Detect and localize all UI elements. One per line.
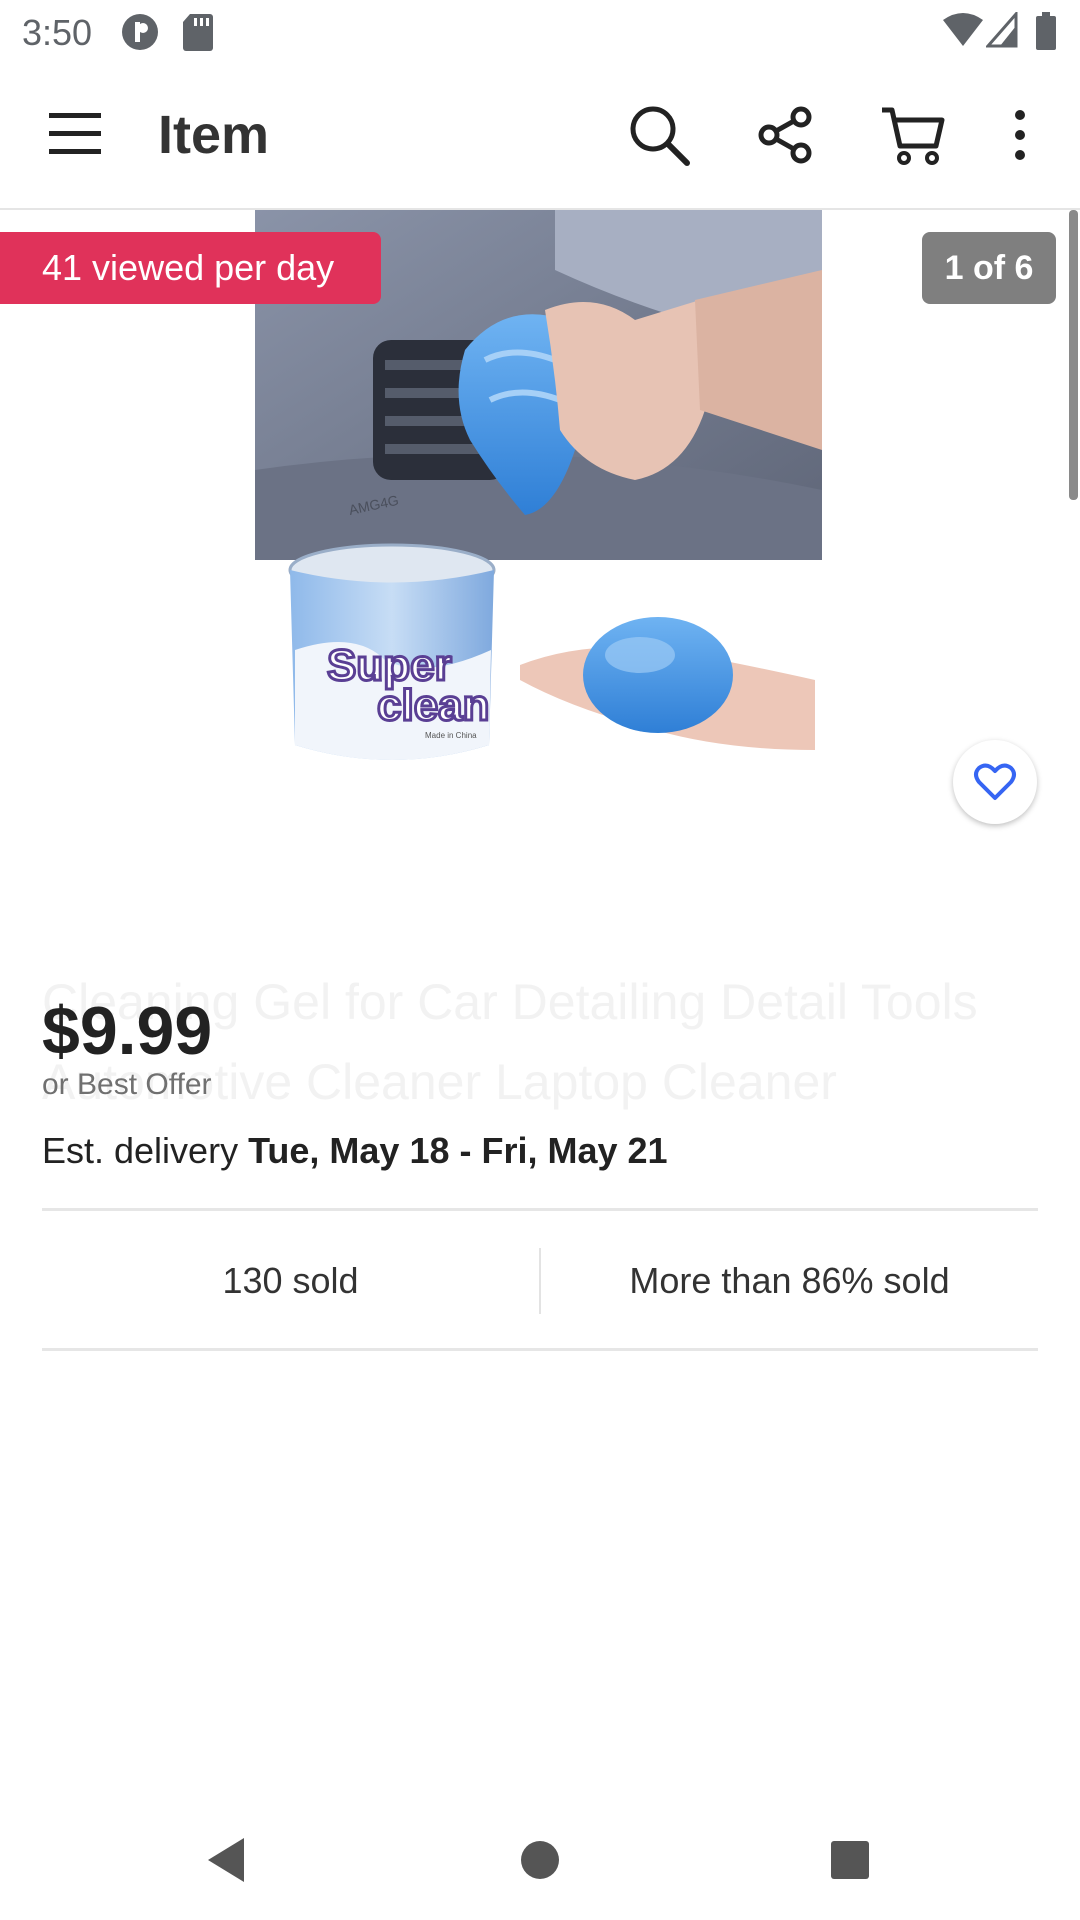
back-button[interactable]: [186, 1830, 266, 1890]
back-icon: [208, 1838, 244, 1882]
item-price: $9.99: [42, 993, 213, 1069]
divider: [42, 1208, 1038, 1211]
delivery-estimate: Est. delivery Tue, May 18 - Fri, May 21: [42, 1130, 668, 1172]
home-button[interactable]: [500, 1830, 580, 1890]
app-bar: Item: [0, 64, 1080, 210]
best-offer-label: or Best Offer: [42, 1068, 212, 1101]
delivery-prefix: Est. delivery: [42, 1130, 249, 1171]
recents-icon: [831, 1841, 869, 1879]
viewed-badge: 41 viewed per day: [0, 232, 381, 304]
sales-stats: 130 sold More than 86% sold: [42, 1214, 1038, 1348]
recents-button[interactable]: [810, 1830, 890, 1890]
jar-label-bottom: clean: [377, 681, 490, 730]
wifi-icon: [942, 12, 984, 53]
jar-fine-print: Made in China: [425, 731, 477, 740]
watch-button[interactable]: [953, 740, 1037, 824]
product-gallery[interactable]: AMG4G Super clean Made in China 41 viewe…: [0, 210, 1080, 824]
percent-sold: More than 86% sold: [629, 1260, 950, 1301]
share-icon[interactable]: [750, 100, 820, 170]
status-bar: 3:50: [0, 0, 1080, 64]
divider: [42, 1348, 1038, 1351]
system-nav-bar: [0, 1800, 1080, 1920]
cart-icon[interactable]: [876, 100, 950, 170]
menu-icon[interactable]: [40, 104, 110, 164]
more-vert-icon[interactable]: [1000, 100, 1040, 170]
signal-icon: [984, 10, 1018, 53]
delivery-dates: Tue, May 18 - Fri, May 21: [248, 1130, 668, 1171]
battery-icon: [1035, 12, 1057, 57]
page-title: Item: [158, 105, 270, 165]
search-icon[interactable]: [624, 100, 694, 170]
app-notification-icon: [120, 12, 160, 57]
heart-icon: [974, 763, 1016, 800]
sold-count: 130 sold: [222, 1260, 359, 1301]
sd-card-icon: [182, 12, 214, 57]
screen: 3:50 Item AMG4G Super clean Made in Chin…: [0, 0, 1080, 1920]
status-time: 3:50: [22, 12, 93, 53]
scroll-indicator: [1069, 210, 1078, 500]
image-counter: 1 of 6: [922, 232, 1056, 304]
home-icon: [521, 1841, 559, 1879]
